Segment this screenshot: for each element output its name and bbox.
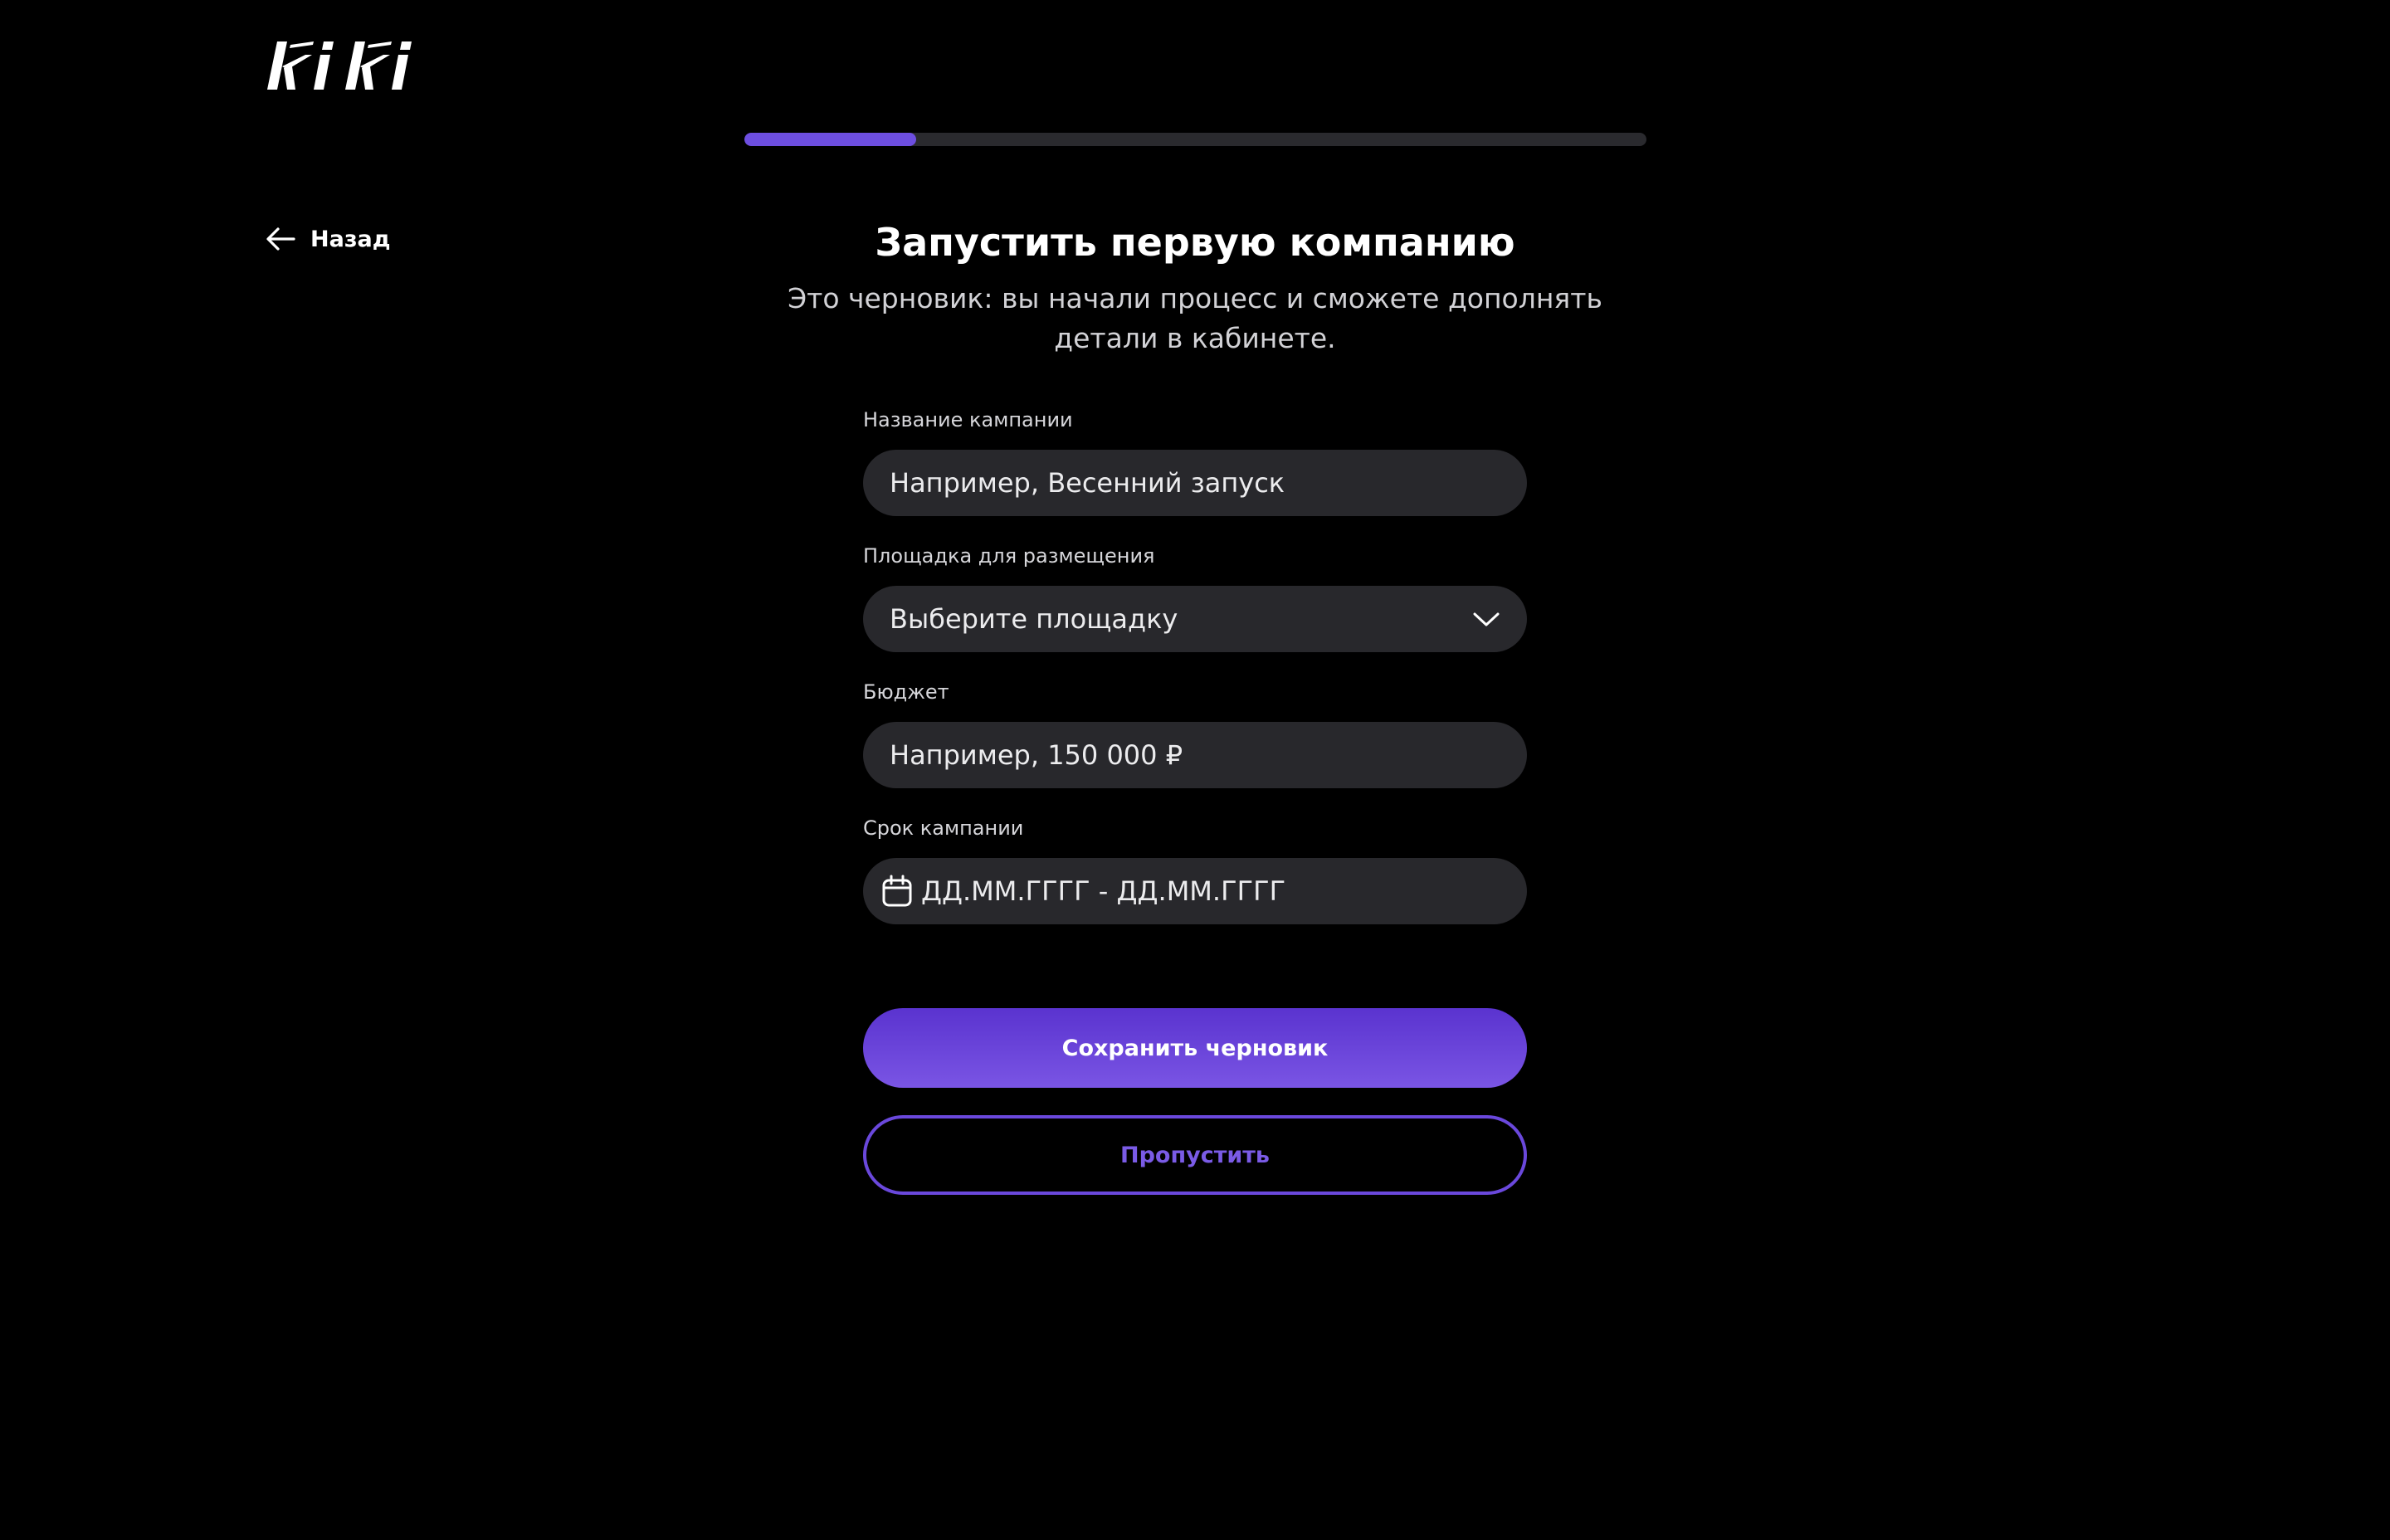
- budget-label: Бюджет: [863, 680, 949, 704]
- platform-label: Площадка для размещения: [863, 544, 1155, 568]
- calendar-icon: [881, 875, 913, 908]
- skip-button[interactable]: Пропустить: [863, 1115, 1527, 1195]
- back-button[interactable]: Назад: [266, 222, 391, 256]
- campaign-form: Название кампании Площадка для размещени…: [863, 407, 1527, 951]
- kiki-logo[interactable]: [266, 37, 423, 95]
- platform-select-value: Выберите площадку: [890, 603, 1178, 635]
- save-draft-button[interactable]: Сохранить черновик: [863, 1008, 1527, 1088]
- page-subtitle: Это черновик: вы начали процесс и сможет…: [788, 282, 1602, 354]
- period-field[interactable]: [863, 858, 1527, 924]
- chevron-down-icon: [1472, 611, 1500, 627]
- period-label: Срок кампании: [863, 816, 1024, 840]
- platform-select[interactable]: Выберите площадку: [863, 586, 1527, 652]
- onboarding-page: Назад Запустить первую компанию Это черн…: [0, 0, 2390, 1540]
- period-input[interactable]: [921, 875, 1500, 907]
- back-button-label: Назад: [310, 226, 391, 252]
- progress-bar-fill: [744, 133, 916, 146]
- page-title: Запустить первую компанию: [875, 220, 1515, 265]
- campaign-name-input[interactable]: [890, 467, 1500, 499]
- arrow-left-icon: [266, 227, 295, 251]
- budget-input[interactable]: [890, 739, 1500, 771]
- campaign-name-field[interactable]: [863, 450, 1527, 516]
- onboarding-progress-bar: [744, 133, 1646, 146]
- budget-field[interactable]: [863, 722, 1527, 788]
- campaign-name-label: Название кампании: [863, 408, 1073, 431]
